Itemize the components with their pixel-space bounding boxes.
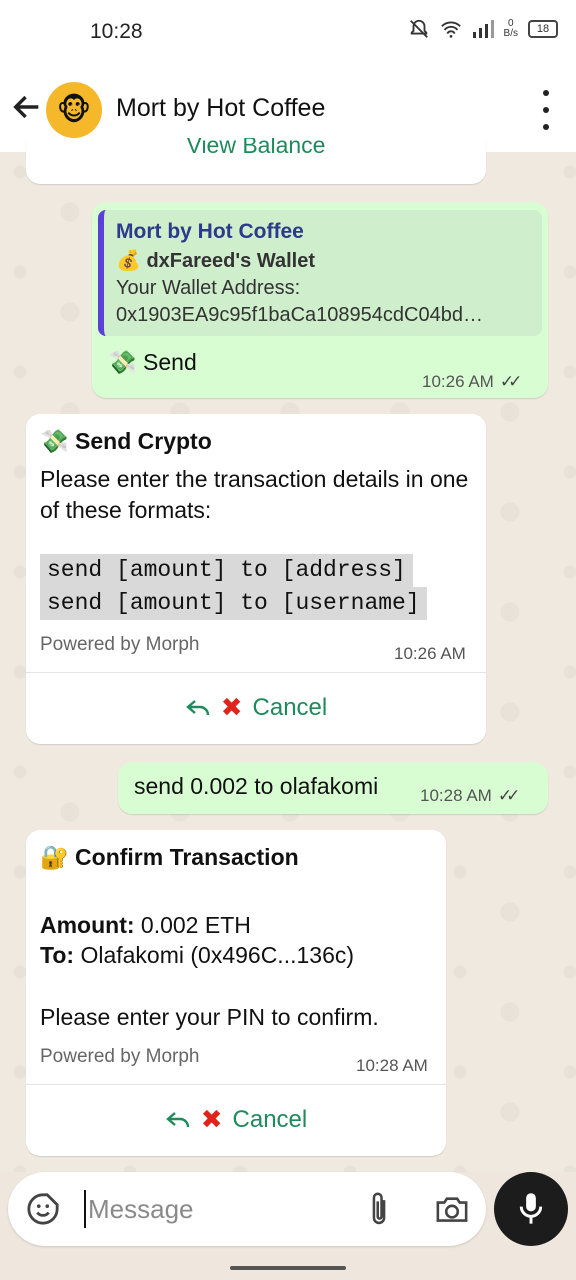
send-command-text: 💸 Send: [108, 349, 197, 375]
quote-wallet-line: 💰 dxFareed's Wallet: [116, 250, 315, 272]
status-icons: 0 B/s 18: [408, 18, 558, 40]
format-address: send [amount] to [address]: [40, 554, 413, 587]
chat-title[interactable]: Mort by Hot Coffee: [116, 94, 325, 123]
powered-by: Powered by Morph: [40, 1046, 200, 1067]
message-time: 10:26 AM: [394, 644, 466, 663]
read-ticks-icon: ✓✓: [499, 372, 522, 391]
money-wings-icon: 💸: [40, 428, 69, 454]
view-balance-button[interactable]: View Balance: [26, 138, 486, 184]
format-examples: send [amount] to [address] send [amount]…: [40, 554, 427, 620]
message-composer: [8, 1172, 486, 1246]
cancel-label: Cancel: [252, 693, 328, 721]
status-time: 10:28: [90, 20, 143, 43]
reply-arrow-icon: [165, 1111, 189, 1127]
quote-address-value: 0x1903EA9c95f1baCa108954cdC04bd…: [116, 304, 483, 326]
read-ticks-icon: ✓✓: [497, 786, 520, 805]
gesture-nav-bar[interactable]: [230, 1266, 346, 1270]
view-balance-label: View Balance: [186, 138, 326, 158]
message-time: 10:26 AM ✓✓: [422, 372, 522, 391]
confirm-title: 🔐 Confirm Transaction: [40, 844, 299, 870]
cancel-button[interactable]: ✖ Cancel: [26, 672, 486, 742]
cross-mark-icon: ✖: [220, 692, 243, 722]
money-wings-icon: 💸: [108, 349, 137, 375]
more-options-icon[interactable]: [536, 90, 556, 130]
quoted-message[interactable]: Mort by Hot Coffee 💰 dxFareed's Wallet Y…: [98, 210, 542, 336]
cancel-button[interactable]: ✖ Cancel: [26, 1084, 446, 1154]
quote-address-label: Your Wallet Address:: [116, 277, 301, 299]
net-speed: 0 B/s: [503, 18, 518, 39]
wifi-icon: [440, 21, 461, 38]
status-bar: 10:28 0 B/s 18: [0, 0, 576, 66]
signal-icon: [472, 20, 494, 38]
voice-message-button[interactable]: [494, 1172, 568, 1246]
cancel-label: Cancel: [232, 1105, 308, 1133]
message-time: 10:28 AM ✓✓: [420, 786, 520, 805]
microphone-icon: [519, 1193, 543, 1224]
send-crypto-title: 💸 Send Crypto: [40, 428, 212, 454]
powered-by: Powered by Morph: [40, 634, 200, 655]
battery-icon: 18: [528, 20, 558, 38]
message-input[interactable]: [88, 1190, 348, 1228]
sticker-icon[interactable]: [26, 1192, 60, 1226]
camera-icon[interactable]: [434, 1192, 470, 1226]
notifications-off-icon: [409, 19, 428, 38]
text-cursor: [84, 1190, 86, 1228]
outgoing-message-command[interactable]: send 0.002 to olafakomi 10:28 AM ✓✓: [118, 762, 548, 814]
lock-key-icon: 🔐: [40, 844, 69, 870]
command-text: send 0.002 to olafakomi: [134, 773, 379, 799]
incoming-message-send-crypto[interactable]: 💸 Send Crypto Please enter the transacti…: [26, 414, 486, 744]
cross-mark-icon: ✖: [200, 1104, 223, 1134]
pin-instruction: Please enter your PIN to confirm.: [40, 1004, 379, 1030]
reply-arrow-icon: [185, 699, 209, 715]
recipient-line: To: Olafakomi (0x496C...136c): [40, 942, 355, 968]
amount-line: Amount: 0.002 ETH: [40, 912, 251, 938]
message-time: 10:28 AM: [356, 1056, 428, 1075]
incoming-message-confirm[interactable]: 🔐 Confirm Transaction Amount: 0.002 ETH …: [26, 830, 446, 1156]
paperclip-icon[interactable]: [364, 1190, 394, 1228]
back-arrow-icon[interactable]: [10, 90, 44, 124]
send-crypto-body: Please enter the transaction details in …: [40, 466, 469, 523]
format-username: send [amount] to [username]: [40, 587, 427, 620]
quote-sender: Mort by Hot Coffee: [116, 220, 304, 243]
avatar[interactable]: 🐵: [46, 82, 102, 138]
